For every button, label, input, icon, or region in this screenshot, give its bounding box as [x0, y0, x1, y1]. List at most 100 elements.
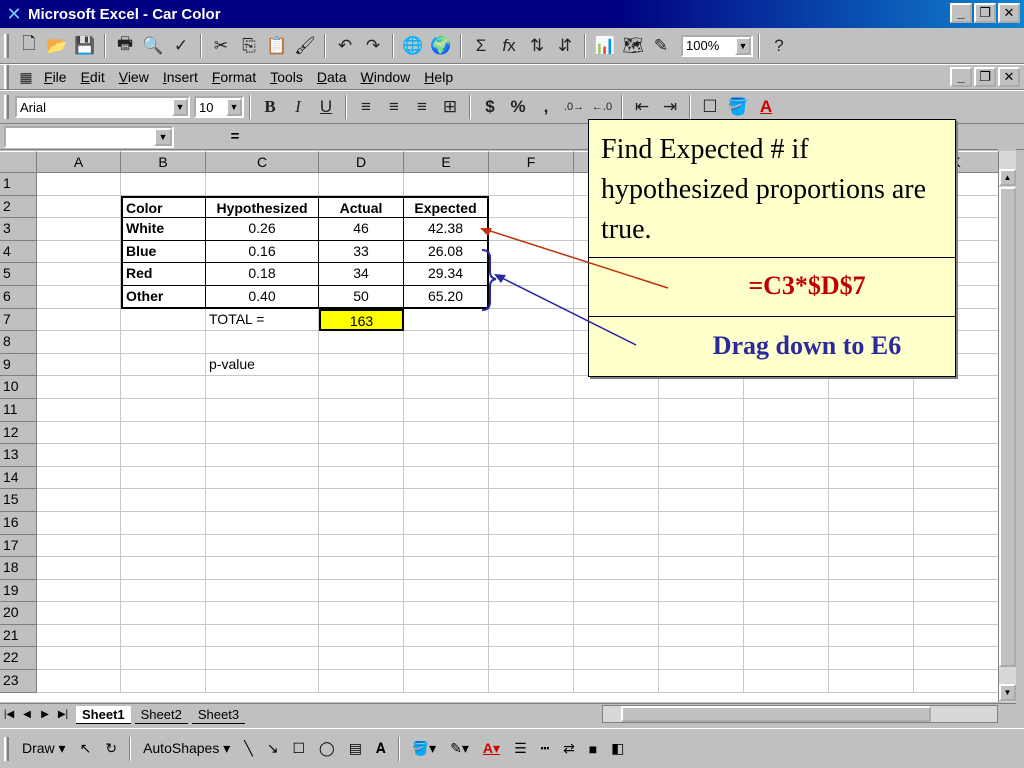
- cell[interactable]: [206, 511, 319, 535]
- row-header[interactable]: 2: [0, 195, 37, 219]
- cell[interactable]: [121, 444, 206, 467]
- expected-cell[interactable]: 26.08: [404, 240, 489, 264]
- arrow-icon[interactable]: ↘: [267, 740, 279, 757]
- menu-data[interactable]: Data: [317, 69, 347, 85]
- cell[interactable]: [659, 376, 744, 399]
- cell[interactable]: [914, 670, 998, 693]
- cell[interactable]: [37, 670, 121, 693]
- cell[interactable]: [206, 444, 319, 467]
- cell[interactable]: [206, 376, 319, 399]
- cell[interactable]: 0.26: [206, 218, 319, 241]
- cell[interactable]: [489, 308, 574, 332]
- chevron-down-icon[interactable]: ▼: [226, 98, 242, 116]
- cell[interactable]: [404, 444, 489, 467]
- cell[interactable]: [489, 195, 574, 219]
- cell[interactable]: [404, 376, 489, 399]
- cell[interactable]: [574, 624, 659, 648]
- menu-insert[interactable]: Insert: [163, 69, 198, 85]
- column-header[interactable]: D: [319, 151, 404, 173]
- chevron-down-icon[interactable]: ▼: [735, 36, 751, 55]
- cell[interactable]: [489, 511, 574, 535]
- wordart-icon[interactable]: 𝐀: [376, 740, 386, 757]
- cell[interactable]: [574, 670, 659, 693]
- cell[interactable]: [489, 647, 574, 671]
- cell[interactable]: [206, 557, 319, 580]
- comma-icon[interactable]: ,: [533, 94, 559, 120]
- cell[interactable]: [121, 511, 206, 535]
- menu-help[interactable]: Help: [424, 69, 453, 85]
- cell[interactable]: [574, 534, 659, 558]
- function-icon[interactable]: fx: [496, 33, 522, 59]
- cell[interactable]: [829, 376, 914, 399]
- cell[interactable]: [659, 398, 744, 422]
- row-header[interactable]: 20: [0, 602, 37, 625]
- row-header[interactable]: 11: [0, 398, 37, 422]
- cell[interactable]: [37, 263, 121, 286]
- cell[interactable]: [121, 670, 206, 693]
- menu-edit[interactable]: Edit: [81, 69, 105, 85]
- column-header[interactable]: E: [404, 151, 489, 173]
- cell[interactable]: [121, 353, 206, 377]
- cell[interactable]: [404, 398, 489, 422]
- cell[interactable]: [489, 285, 574, 309]
- menu-format[interactable]: Format: [212, 69, 256, 85]
- cell[interactable]: [319, 421, 404, 445]
- cell[interactable]: [829, 421, 914, 445]
- cell[interactable]: [319, 511, 404, 535]
- cell[interactable]: [121, 331, 206, 354]
- cell[interactable]: [404, 173, 489, 196]
- cell[interactable]: [659, 670, 744, 693]
- cell[interactable]: [744, 398, 829, 422]
- cell[interactable]: [744, 444, 829, 467]
- total-label-cell[interactable]: TOTAL =: [206, 308, 319, 332]
- cell[interactable]: [319, 331, 404, 354]
- sort-descending-icon[interactable]: ⇵: [552, 33, 578, 59]
- first-sheet-icon[interactable]: |◀: [0, 706, 18, 724]
- cell[interactable]: [659, 444, 744, 467]
- print-preview-icon[interactable]: 🔍: [140, 33, 166, 59]
- cell[interactable]: [37, 376, 121, 399]
- cell[interactable]: [914, 512, 998, 535]
- vertical-scroll-thumb[interactable]: [999, 187, 1016, 667]
- cell[interactable]: [404, 489, 489, 512]
- cell[interactable]: [829, 624, 914, 648]
- cell[interactable]: [744, 624, 829, 648]
- prev-sheet-icon[interactable]: ◀: [18, 706, 36, 724]
- arrow-style-icon[interactable]: ⇄: [563, 740, 575, 757]
- new-icon[interactable]: 🗋: [16, 33, 42, 59]
- cell[interactable]: [404, 557, 489, 580]
- cell[interactable]: 0.40: [206, 285, 319, 309]
- cell[interactable]: [206, 579, 319, 603]
- chevron-down-icon[interactable]: ▼: [172, 98, 188, 116]
- format-toolbar-grip[interactable]: [4, 95, 9, 119]
- cell[interactable]: [121, 624, 206, 648]
- cell[interactable]: [829, 579, 914, 603]
- cell[interactable]: 0.18: [206, 263, 319, 286]
- autoshapes-menu-button[interactable]: AutoShapes ▾: [143, 740, 230, 757]
- tab-sheet2[interactable]: Sheet2: [134, 705, 188, 724]
- fill-color-icon[interactable]: 🪣▾: [412, 740, 436, 757]
- cell[interactable]: [37, 240, 121, 264]
- cell[interactable]: [206, 624, 319, 648]
- cell[interactable]: [574, 376, 659, 399]
- workbook-restore-button[interactable]: ❐: [974, 67, 996, 87]
- spelling-icon[interactable]: ✓: [168, 33, 194, 59]
- cell[interactable]: [914, 602, 998, 625]
- cell[interactable]: [489, 444, 574, 467]
- hyperlink-icon[interactable]: 🌐: [400, 33, 426, 59]
- row-header[interactable]: 21: [0, 624, 37, 648]
- cell[interactable]: [914, 647, 998, 671]
- column-header[interactable]: C: [206, 151, 319, 173]
- cell[interactable]: 33: [319, 240, 404, 264]
- cell[interactable]: 50: [319, 285, 404, 309]
- cell[interactable]: [404, 331, 489, 354]
- cell[interactable]: [659, 602, 744, 625]
- cell[interactable]: [206, 647, 319, 671]
- print-icon[interactable]: 🖶: [112, 33, 138, 59]
- cell[interactable]: [37, 511, 121, 535]
- cell[interactable]: [206, 489, 319, 512]
- cell[interactable]: [914, 580, 998, 603]
- cell[interactable]: [121, 579, 206, 603]
- cell[interactable]: [206, 331, 319, 354]
- cell[interactable]: [319, 624, 404, 648]
